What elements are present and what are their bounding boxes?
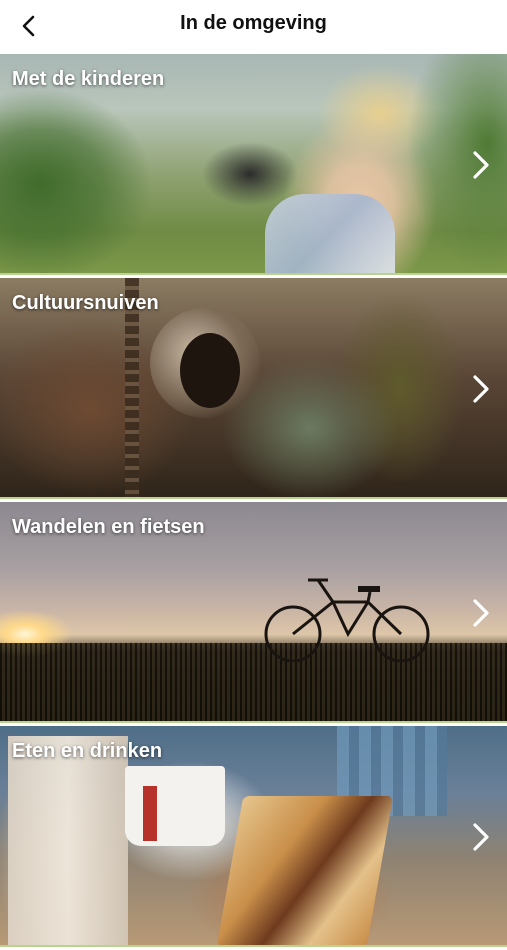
- chevron-right-icon: [473, 822, 489, 851]
- tile-wandelen-en-fietsen[interactable]: Wandelen en fietsen: [0, 502, 507, 723]
- tile-label: Met de kinderen: [12, 68, 165, 90]
- tile-eten-en-drinken[interactable]: Eten en drinken: [0, 726, 507, 947]
- tile-met-de-kinderen[interactable]: Met de kinderen: [0, 54, 507, 275]
- page-title: In de omgeving: [180, 12, 327, 34]
- header-bar: In de omgeving: [0, 0, 507, 54]
- category-list: Met de kinderen Cultuursnuiven Wandelen …: [0, 54, 507, 950]
- bicycle-icon: [264, 578, 430, 662]
- tile-cultuursnuiven[interactable]: Cultuursnuiven: [0, 278, 507, 499]
- chevron-right-icon: [473, 598, 489, 627]
- chevron-right-icon: [473, 374, 489, 403]
- tile-label: Wandelen en fietsen: [12, 516, 205, 538]
- tile-label: Eten en drinken: [12, 740, 163, 762]
- chevron-right-icon: [473, 150, 489, 179]
- tile-label: Cultuursnuiven: [12, 292, 159, 314]
